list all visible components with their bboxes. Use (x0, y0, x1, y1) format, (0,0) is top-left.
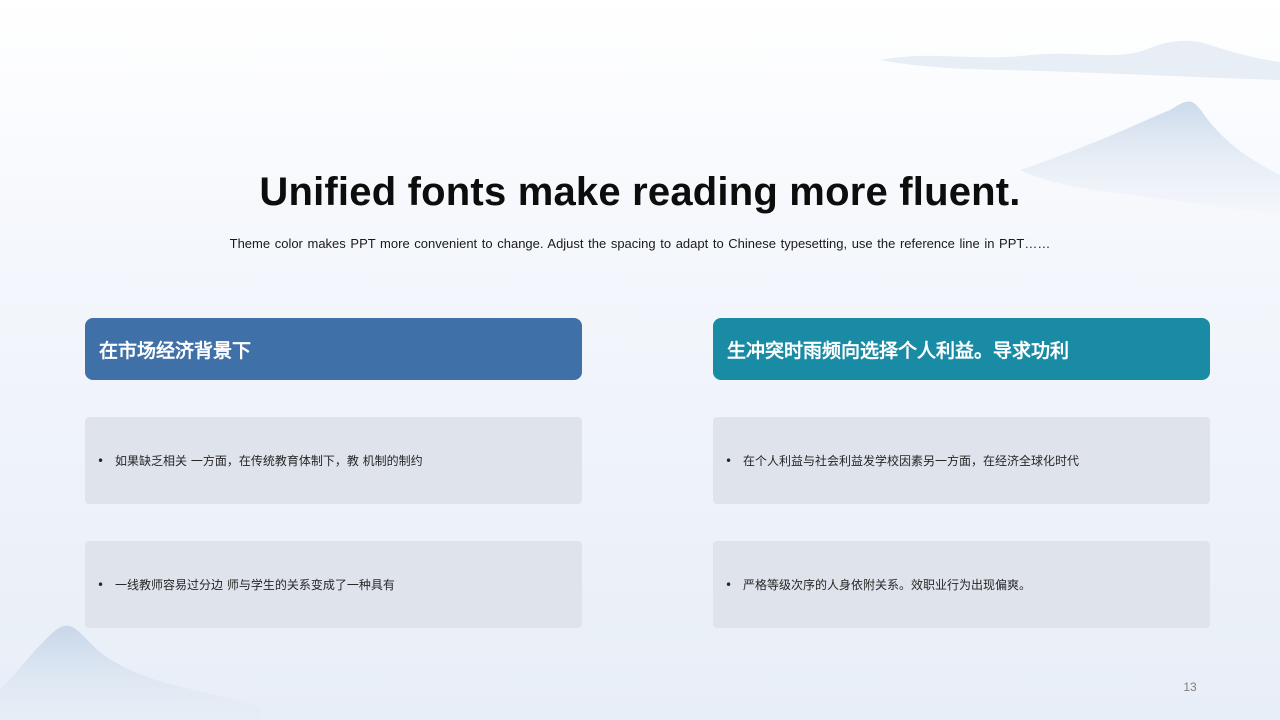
bullet-icon: • (725, 577, 733, 592)
left-item-2: • 一线教师容易过分边 师与学生的关系变成了一种具有 (85, 541, 582, 628)
right-item-1-text: 在个人利益与社会利益发学校因素另一方面，在经济全球化时代 (743, 454, 1080, 468)
right-item-1: • 在个人利益与社会利益发学校因素另一方面，在经济全球化时代 (713, 417, 1210, 504)
right-column-header: 生冲突时雨频向选择个人利益。导求功利 (713, 318, 1210, 380)
slide-subtitle: Theme color makes PPT more convenient to… (229, 236, 1051, 251)
left-column-header-label: 在市场经济背景下 (99, 339, 252, 362)
slide-title: Unified fonts make reading more fluent. (259, 170, 1021, 214)
right-column-header-label: 生冲突时雨频向选择个人利益。导求功利 (727, 339, 1070, 362)
left-item-1-text: 如果缺乏相关 一方面，在传统教育体制下，教 机制的制约 (115, 454, 423, 468)
page-number: 13 (1183, 680, 1197, 694)
right-item-2-text: 严格等级次序的人身依附关系。效职业行为出现偏爽。 (743, 578, 1032, 592)
left-item-1: • 如果缺乏相关 一方面，在传统教育体制下，教 机制的制约 (85, 417, 582, 504)
mountain-top-right-far-icon (880, 40, 1280, 80)
right-item-2: • 严格等级次序的人身依附关系。效职业行为出现偏爽。 (713, 541, 1210, 628)
mountain-bottom-left-icon (0, 625, 260, 720)
bullet-icon: • (725, 453, 733, 468)
bullet-icon: • (97, 453, 105, 468)
bullet-icon: • (97, 577, 105, 592)
left-item-2-text: 一线教师容易过分边 师与学生的关系变成了一种具有 (115, 578, 395, 592)
left-column-header: 在市场经济背景下 (85, 318, 582, 380)
